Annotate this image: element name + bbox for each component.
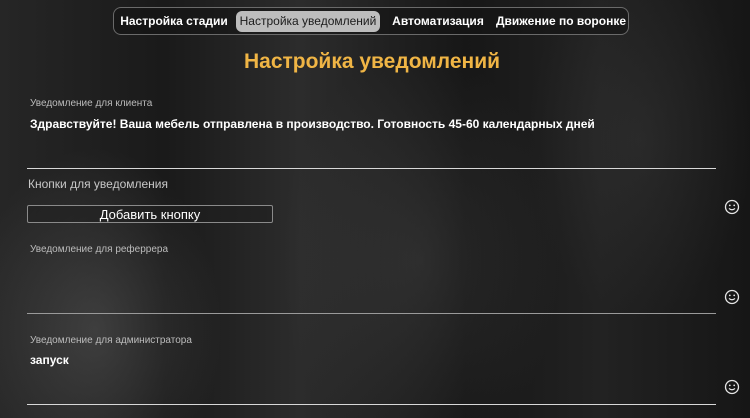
smiley-icon[interactable]: [724, 199, 740, 215]
referrer-notification-underline: [27, 313, 716, 314]
client-notification-field[interactable]: Здравствуйте! Ваша мебель отправлена в п…: [30, 117, 595, 131]
referrer-notification-label: Уведомление для реферрера: [30, 244, 169, 255]
admin-notification-field[interactable]: запуск: [30, 353, 69, 367]
admin-notification-label: Уведомление для администратора: [30, 335, 192, 346]
tab-funnel-movement[interactable]: Движение по воронке: [496, 11, 626, 32]
smiley-icon[interactable]: [724, 289, 740, 305]
tab-stage-settings[interactable]: Настройка стадии: [118, 11, 230, 32]
stage-tabs: Настройка стадии Настройка уведомлений А…: [113, 7, 629, 35]
notification-buttons-label: Кнопки для уведомления: [28, 177, 168, 191]
page-title: Настройка уведомлений: [243, 50, 501, 73]
tab-automation[interactable]: Автоматизация: [390, 11, 486, 32]
tab-notification-settings[interactable]: Настройка уведомлений: [236, 11, 380, 32]
add-button-button[interactable]: Добавить кнопку: [27, 205, 273, 223]
client-notification-underline: [27, 168, 716, 169]
admin-notification-underline: [27, 404, 716, 405]
client-notification-label: Уведомление для клиента: [30, 98, 153, 109]
smiley-icon[interactable]: [724, 379, 740, 395]
